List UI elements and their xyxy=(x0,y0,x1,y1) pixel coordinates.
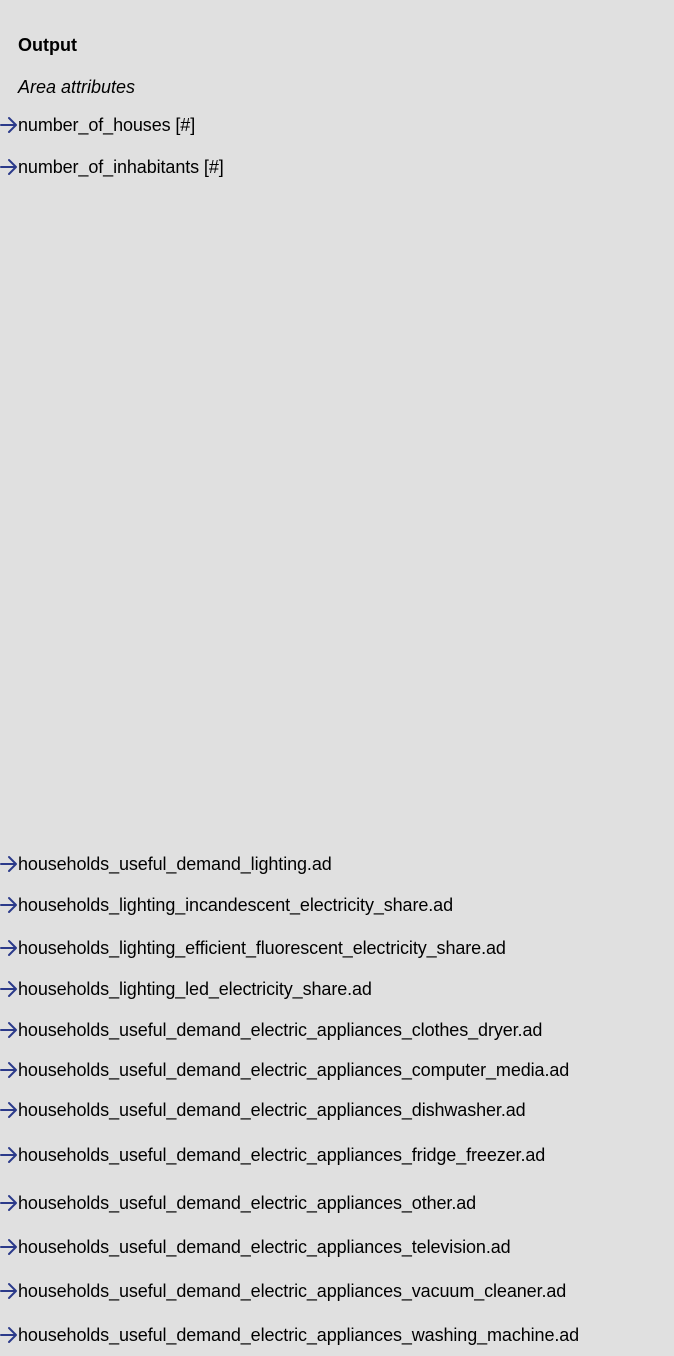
output-item: households_useful_demand_electric_applia… xyxy=(0,1058,569,1082)
output-label: households_lighting_led_electricity_shar… xyxy=(18,979,372,999)
output-label: households_lighting_efficient_fluorescen… xyxy=(18,938,506,958)
output-heading: Output xyxy=(18,35,77,55)
output-label: households_useful_demand_electric_applia… xyxy=(18,1060,570,1080)
area-attributes-subheading: Area attributes xyxy=(18,77,136,97)
arrow-right-icon xyxy=(0,1102,17,1118)
output-item: households_useful_demand_electric_applia… xyxy=(0,1279,566,1303)
output-item: households_useful_demand_electric_applia… xyxy=(0,1018,542,1042)
output-item: households_lighting_incandescent_electri… xyxy=(0,893,453,917)
output-item: households_lighting_led_electricity_shar… xyxy=(0,977,372,1001)
arrow-right-icon xyxy=(0,1022,17,1038)
area-attribute-label: number_of_inhabitants [#] xyxy=(18,157,224,177)
arrow-right-icon xyxy=(0,117,17,133)
arrow-right-icon xyxy=(0,1147,17,1163)
output-label: households_useful_demand_electric_applia… xyxy=(18,1100,526,1120)
output-label: households_useful_demand_electric_applia… xyxy=(18,1325,580,1345)
output-label: households_useful_demand_electric_applia… xyxy=(18,1145,546,1165)
arrow-right-icon xyxy=(0,856,17,872)
arrow-right-icon xyxy=(0,159,17,175)
arrow-right-icon xyxy=(0,940,17,956)
area-attribute-label: number_of_houses [#] xyxy=(18,115,196,135)
arrow-right-icon xyxy=(0,897,17,913)
arrow-right-icon xyxy=(0,1239,17,1255)
area-attribute-item: number_of_houses [#] xyxy=(0,113,195,137)
output-item: households_lighting_efficient_fluorescen… xyxy=(0,936,506,960)
output-item: households_useful_demand_electric_applia… xyxy=(0,1098,526,1122)
output-label: households_lighting_incandescent_electri… xyxy=(18,895,453,915)
arrow-right-icon xyxy=(0,981,17,997)
arrow-right-icon xyxy=(0,1283,17,1299)
area-attribute-item: number_of_inhabitants [#] xyxy=(0,155,224,179)
output-label: households_useful_demand_electric_applia… xyxy=(18,1281,567,1301)
output-item: households_useful_demand_electric_applia… xyxy=(0,1191,476,1215)
output-label: households_useful_demand_electric_applia… xyxy=(18,1237,511,1257)
arrow-right-icon xyxy=(0,1327,17,1343)
output-item: households_useful_demand_electric_applia… xyxy=(0,1143,545,1167)
output-label: households_useful_demand_electric_applia… xyxy=(18,1193,477,1213)
output-label: households_useful_demand_lighting.ad xyxy=(18,854,332,874)
arrow-right-icon xyxy=(0,1062,17,1078)
arrow-right-icon xyxy=(0,1195,17,1211)
output-item: households_useful_demand_electric_applia… xyxy=(0,1323,579,1347)
output-item: households_useful_demand_electric_applia… xyxy=(0,1235,511,1259)
output-item: households_useful_demand_lighting.ad xyxy=(0,852,332,876)
output-label: households_useful_demand_electric_applia… xyxy=(18,1020,543,1040)
